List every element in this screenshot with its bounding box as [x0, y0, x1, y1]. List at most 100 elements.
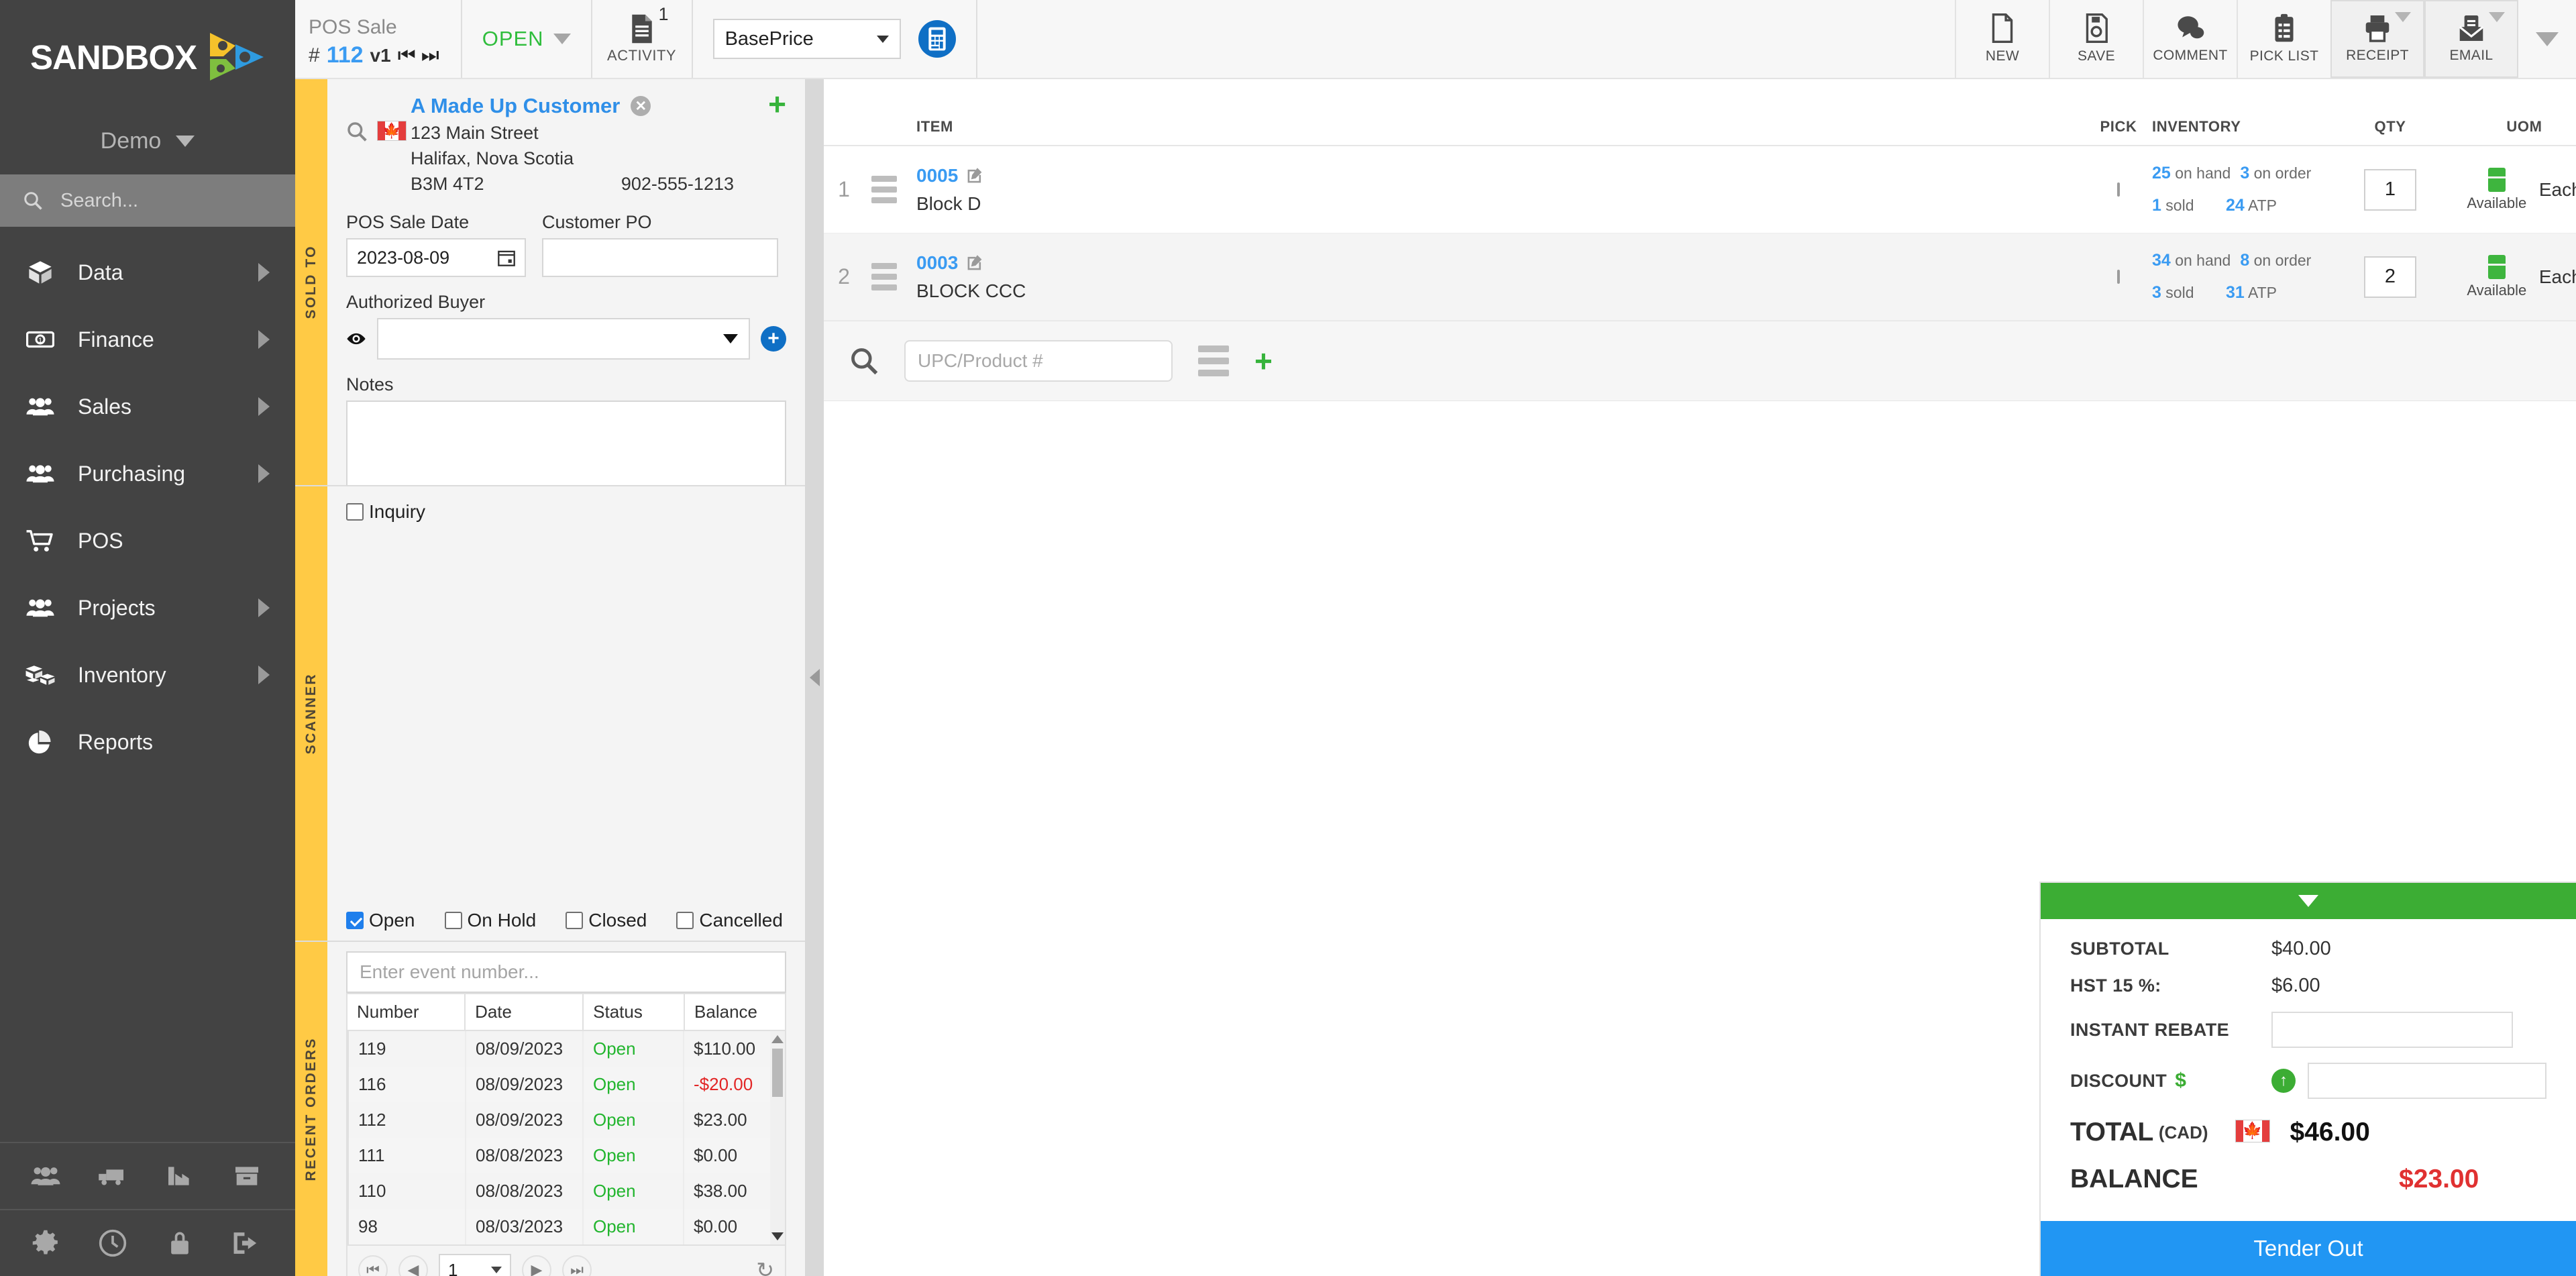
header-qty[interactable]: QTY	[2320, 118, 2461, 136]
toolbar-overflow-button[interactable]	[2518, 0, 2576, 78]
recent-orders-tab[interactable]: RECENT ORDERS	[295, 942, 327, 1276]
scanner-tab[interactable]: SCANNER	[295, 486, 327, 941]
col-balance[interactable]: Balance	[684, 993, 786, 1031]
pick-checkbox[interactable]	[2117, 269, 2120, 284]
sidebar-item-data[interactable]: Data	[0, 239, 295, 306]
table-row[interactable]: 111 08/08/2023 Open $0.00	[347, 1138, 785, 1173]
clear-customer-icon[interactable]: ✕	[631, 96, 651, 116]
tender-out-button[interactable]: Tender Out	[2041, 1221, 2576, 1276]
filter-on-hold-checkbox[interactable]	[444, 912, 462, 929]
item-list-icon[interactable]	[1198, 345, 1229, 376]
pick-list-button[interactable]: PICK LIST	[2237, 0, 2330, 78]
table-row[interactable]: 2 0003 BLOCK CCC 34 on hand 8 on order 3…	[824, 233, 2576, 321]
authorized-buyer-select[interactable]	[377, 318, 750, 360]
drag-handle-icon[interactable]	[864, 176, 904, 203]
previous-record-icon[interactable]: ⏮	[398, 44, 416, 67]
sidebar-item-sales[interactable]: Sales	[0, 373, 295, 440]
scroll-down-icon[interactable]	[771, 1232, 784, 1240]
col-status[interactable]: Status	[582, 993, 686, 1031]
customer-po-input[interactable]	[542, 238, 778, 277]
eye-icon[interactable]	[346, 330, 366, 348]
filter-open-checkbox[interactable]	[346, 912, 364, 929]
col-number[interactable]: Number	[345, 993, 466, 1031]
scroll-up-icon[interactable]	[771, 1035, 784, 1043]
people-icon[interactable]	[12, 1164, 79, 1188]
header-pick[interactable]: PICK	[2085, 118, 2152, 136]
table-row[interactable]: 110 08/08/2023 Open $38.00	[347, 1173, 785, 1209]
panel-collapse-handle[interactable]	[805, 79, 824, 1276]
totals-collapse-header[interactable]	[2041, 883, 2576, 919]
activity-button[interactable]: 1 ACTIVITY	[592, 0, 693, 78]
scrollbar-thumb[interactable]	[772, 1049, 783, 1097]
status-dropdown[interactable]: OPEN	[462, 0, 592, 78]
chevron-down-icon[interactable]	[2489, 12, 2505, 22]
logout-icon[interactable]	[213, 1230, 280, 1257]
comment-button[interactable]: COMMENT	[2143, 0, 2237, 78]
chevron-down-icon[interactable]	[2395, 12, 2411, 22]
email-button[interactable]: EMAIL	[2424, 0, 2518, 78]
sidebar-item-projects[interactable]: Projects	[0, 574, 295, 641]
table-scrollbar[interactable]	[770, 1031, 785, 1244]
factory-icon[interactable]	[146, 1165, 213, 1187]
filter-closed[interactable]: Closed	[566, 910, 647, 931]
next-record-icon[interactable]: ⏭	[421, 44, 439, 67]
new-button[interactable]: NEW	[1955, 0, 2049, 78]
instant-rebate-input[interactable]	[2271, 1012, 2513, 1048]
inquiry-checkbox-row[interactable]: Inquiry	[346, 501, 786, 523]
sold-to-tab[interactable]: SOLD TO	[295, 79, 327, 485]
filter-on-hold[interactable]: On Hold	[444, 910, 536, 931]
save-button[interactable]: SAVE	[2049, 0, 2143, 78]
search-icon[interactable]	[346, 121, 368, 142]
filter-open[interactable]: Open	[346, 910, 415, 931]
discount-input[interactable]	[2308, 1063, 2546, 1099]
apply-discount-icon[interactable]: ↑	[2271, 1069, 2296, 1093]
gear-icon[interactable]	[12, 1229, 79, 1257]
tenant-selector[interactable]: Demo	[0, 107, 295, 174]
edit-icon[interactable]	[966, 167, 983, 184]
header-item[interactable]: ITEM	[904, 118, 2085, 136]
brand-logo-area[interactable]: SANDBOX	[0, 0, 295, 107]
customer-name[interactable]: A Made Up Customer	[411, 94, 620, 118]
next-page-button[interactable]: ▶	[522, 1255, 551, 1276]
qty-input[interactable]: 2	[2364, 256, 2416, 298]
calendar-icon[interactable]	[498, 249, 515, 266]
qty-input[interactable]: 1	[2364, 168, 2416, 211]
lock-icon[interactable]	[146, 1228, 213, 1258]
item-code-link[interactable]: 0003	[916, 252, 2085, 274]
add-customer-icon[interactable]: +	[768, 87, 786, 121]
last-page-button[interactable]: ⏭	[562, 1255, 592, 1276]
event-number-input[interactable]: Enter event number...	[346, 951, 786, 993]
upc-product-input[interactable]: UPC/Product #	[904, 340, 1173, 382]
table-row[interactable]: 98 08/03/2023 Open $0.00	[347, 1209, 785, 1244]
price-list-select[interactable]: BasePrice	[712, 19, 901, 59]
filter-closed-checkbox[interactable]	[566, 912, 584, 929]
clock-icon[interactable]	[79, 1228, 146, 1258]
sidebar-item-inventory[interactable]: Inventory	[0, 641, 295, 708]
page-select[interactable]: 1	[439, 1254, 511, 1276]
header-inventory[interactable]: INVENTORY	[2152, 118, 2320, 136]
header-uom[interactable]: UOM	[2461, 118, 2576, 136]
refresh-icon[interactable]: ↻	[756, 1257, 774, 1276]
document-number[interactable]: 112	[327, 42, 364, 68]
item-code-link[interactable]: 0005	[916, 165, 2085, 187]
truck-icon[interactable]	[79, 1165, 146, 1187]
first-page-button[interactable]: ⏮	[358, 1255, 388, 1276]
table-row[interactable]: 119 08/09/2023 Open $110.00	[347, 1031, 785, 1067]
add-buyer-icon[interactable]: +	[761, 326, 786, 352]
sidebar-search[interactable]: Search...	[0, 174, 295, 227]
drag-handle-icon[interactable]	[864, 263, 904, 290]
filter-cancelled[interactable]: Cancelled	[676, 910, 783, 931]
pick-checkbox[interactable]	[2117, 182, 2120, 197]
sidebar-item-pos[interactable]: POS	[0, 507, 295, 574]
edit-icon[interactable]	[966, 254, 983, 272]
receipt-button[interactable]: RECEIPT	[2330, 0, 2424, 78]
table-row[interactable]: 112 08/09/2023 Open $23.00	[347, 1102, 785, 1138]
archive-box-icon[interactable]	[213, 1165, 280, 1187]
filter-cancelled-checkbox[interactable]	[676, 912, 694, 929]
inquiry-checkbox[interactable]	[346, 503, 364, 521]
previous-page-button[interactable]: ◀	[398, 1255, 428, 1276]
sidebar-item-reports[interactable]: Reports	[0, 708, 295, 776]
calculator-button[interactable]	[918, 20, 956, 58]
table-row[interactable]: 116 08/09/2023 Open -$20.00	[347, 1067, 785, 1102]
search-icon[interactable]	[849, 346, 879, 376]
